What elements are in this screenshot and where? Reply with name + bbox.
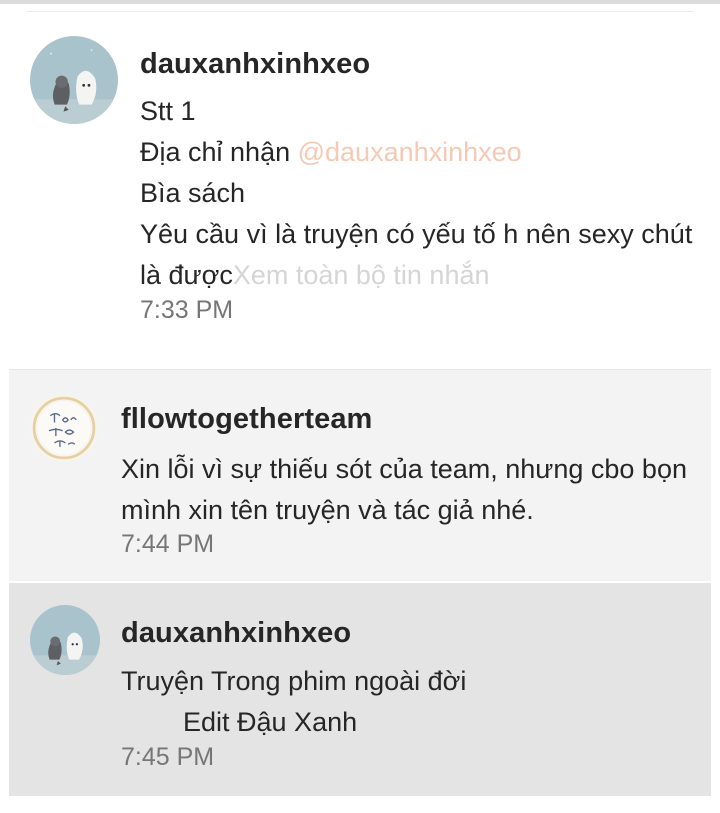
message-item[interactable]: fllowtogetherteam Xin lỗi vì sự thiếu só… [9,369,711,581]
avatar-fllowtogetherteam-icon[interactable] [30,394,98,462]
message-body: Truyện Trong phim ngoài đời Edit Đậu Xan… [121,661,701,743]
avatar-image [30,605,100,675]
message-line: Stt 1 [140,96,196,126]
message-line: Xin lỗi vì sự thiếu sót của team, nhưng … [121,454,687,484]
username[interactable]: dauxanhxinhxeo [121,617,351,650]
message-item[interactable]: dauxanhxinhxeo Truyện Trong phim ngoài đ… [9,583,711,796]
top-scroll-edge [0,0,720,4]
timestamp: 7:45 PM [121,743,215,771]
username[interactable]: dauxanhxinhxeo [140,48,370,81]
avatar-image [30,36,118,124]
see-full-message-link[interactable]: Xem toàn bộ tin nhắn [233,260,490,290]
avatar-image [30,394,98,462]
message-line: mình xin tên truyện và tác giả nhé. [121,495,534,525]
message-text: là được [140,260,233,290]
timestamp: 7:33 PM [140,296,234,324]
message-line: Yêu cầu vì là truyện có yếu tố h nên sex… [140,219,693,249]
message-body: Xin lỗi vì sự thiếu sót của team, nhưng … [121,449,701,531]
message-line: Edit Đậu Xanh [183,707,358,737]
avatar-dauxanhxinhxeo-icon[interactable] [30,36,118,124]
message-text: Địa chỉ nhận [140,137,298,167]
message-line: Địa chỉ nhận @dauxanhxinhxeo [140,132,700,173]
avatar-dauxanhxinhxeo-icon[interactable] [30,605,100,675]
mention-link[interactable]: @dauxanhxinhxeo [298,137,522,167]
message-list-screen: dauxanhxinhxeo Stt 1 Địa chỉ nhận @dauxa… [0,0,720,813]
username[interactable]: fllowtogetherteam [121,403,372,436]
message-item[interactable]: dauxanhxinhxeo Stt 1 Địa chỉ nhận @dauxa… [26,12,696,352]
message-line: Bìa sách [140,178,246,208]
message-line: Truyện Trong phim ngoài đời [121,666,467,696]
timestamp: 7:44 PM [121,530,215,558]
message-line: là đượcXem toàn bộ tin nhắn [140,255,700,296]
message-body: Stt 1 Địa chỉ nhận @dauxanhxinhxeo Bìa s… [140,91,700,296]
